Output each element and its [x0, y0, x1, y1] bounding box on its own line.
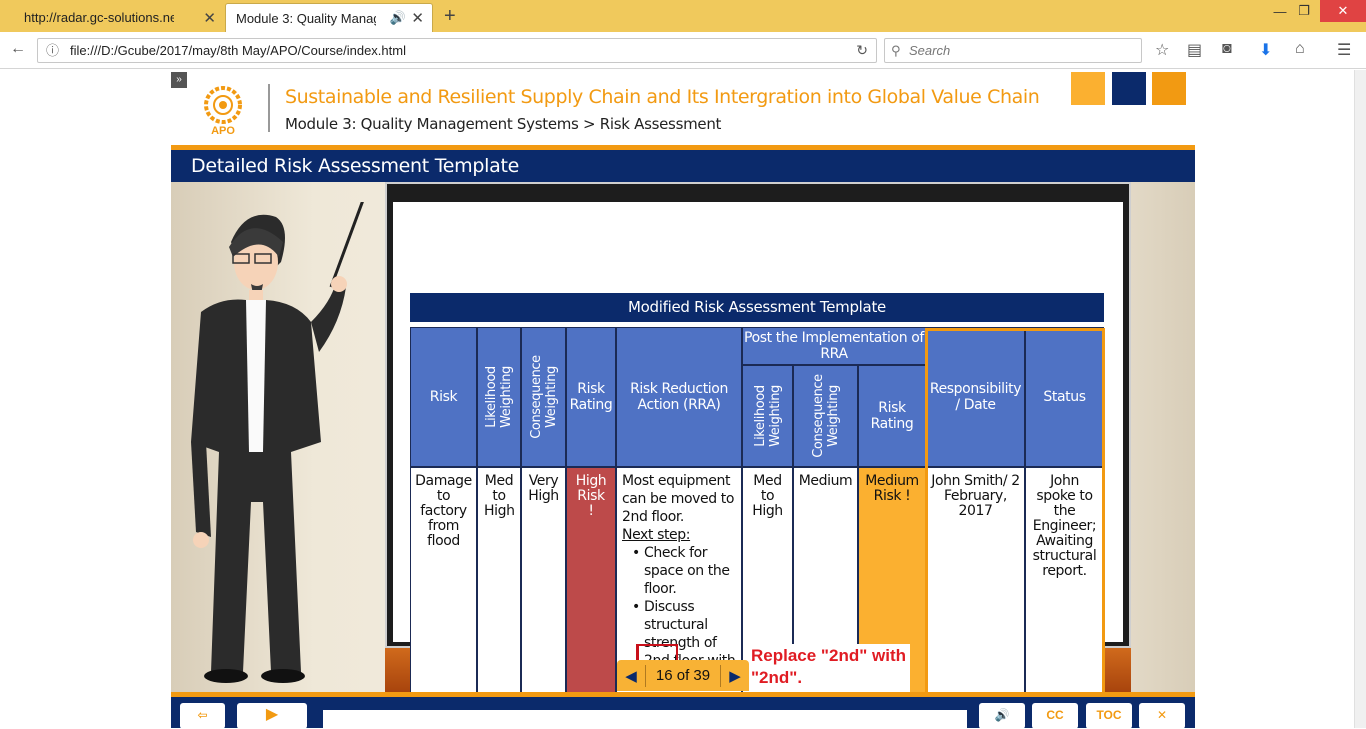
player-bar: ⇦ ▶ 🔊 CC TOC ✕ — [171, 697, 1195, 729]
header-likelihood-text: Likelihood Weighting — [484, 366, 515, 428]
page-content: » APO Sustainable and Resilient Supply C… — [0, 70, 1366, 729]
header-consequence-text: Consequence Weighting — [528, 355, 559, 439]
swatch-orange — [1152, 72, 1186, 105]
rra-next-step: Next step: — [622, 527, 691, 543]
tab-label: Module 3: Quality Managem — [236, 10, 376, 26]
tab-close-icon[interactable]: ✕ — [203, 9, 216, 27]
apo-logo: APO — [204, 86, 242, 136]
breadcrumb: Module 3: Quality Management Systems > R… — [285, 115, 722, 133]
header-rra: Risk Reduction Action (RRA) — [616, 327, 742, 467]
tab-label: http://radar.gc-solutions.net/op — [24, 10, 174, 25]
toc-button[interactable]: TOC — [1086, 703, 1132, 729]
exit-button[interactable]: ⇦ — [180, 703, 225, 729]
cc-button[interactable]: CC — [1032, 703, 1078, 729]
reading-list-icon[interactable]: ▤ — [1187, 40, 1202, 60]
search-input[interactable]: ⚲ Search — [884, 38, 1142, 63]
bookmark-star-icon[interactable]: ☆ — [1155, 40, 1169, 60]
browser-tab-bar: http://radar.gc-solutions.net/op ✕ Modul… — [0, 0, 1366, 32]
swatch-navy — [1112, 72, 1146, 105]
home-icon[interactable]: ⌂ — [1295, 40, 1305, 58]
logo-text: APO — [211, 125, 235, 136]
menu-icon[interactable]: ☰ — [1337, 40, 1351, 60]
header-post-likelihood-text: Likelihood Weighting — [752, 385, 783, 447]
restore-icon[interactable]: ❐ — [1290, 0, 1318, 22]
url-text: file:///D:/Gcube/2017/may/8th May/APO/Co… — [70, 43, 406, 58]
header-divider — [268, 84, 270, 132]
browser-tab-module[interactable]: Module 3: Quality Managem 🔊 ✕ — [225, 3, 433, 32]
header-consequence: Consequence Weighting — [521, 327, 566, 467]
browser-tab-radar[interactable]: http://radar.gc-solutions.net/op ✕ — [14, 3, 224, 32]
reload-icon[interactable]: ↻ — [856, 39, 868, 62]
cell-status: John spoke to the Engineer; Awaiting str… — [1025, 467, 1104, 692]
cell-consequence: Very High — [521, 467, 566, 692]
search-placeholder: Search — [909, 43, 951, 58]
prev-slide-icon[interactable]: ◀ — [617, 667, 645, 685]
url-bar[interactable]: ⓘ file:///D:/Gcube/2017/may/8th May/APO/… — [37, 38, 877, 63]
rra-main-text: Most equipment can be moved to 2nd floor… — [622, 473, 735, 525]
cell-risk-rating: High Risk ! — [566, 467, 616, 692]
cell-rra: Most equipment can be moved to 2nd floor… — [616, 467, 742, 692]
back-icon[interactable]: ← — [10, 40, 26, 58]
window-close-icon[interactable]: ✕ — [1320, 0, 1366, 22]
cell-responsibility: John Smith/ 2 February, 2017 — [926, 467, 1025, 692]
header-post-consequence: Consequence Weighting — [793, 365, 858, 467]
header-post-consequence-text: Consequence Weighting — [810, 374, 841, 458]
pocket-icon[interactable]: ◙ — [1222, 40, 1232, 58]
review-note: Replace "2nd" with "2nd". — [749, 644, 910, 692]
speaker-icon[interactable]: 🔊 — [390, 10, 406, 26]
audio-button[interactable]: 🔊 — [979, 703, 1025, 729]
table-title: Modified Risk Assessment Template — [410, 293, 1104, 322]
close-button[interactable]: ✕ — [1139, 703, 1185, 729]
info-icon[interactable]: ⓘ — [46, 39, 59, 62]
header-responsibility: Responsibility / Date — [926, 327, 1025, 467]
header-risk: Risk — [410, 327, 477, 467]
slide-title: Detailed Risk Assessment Template — [171, 150, 1195, 182]
tab-close-icon[interactable]: ✕ — [411, 9, 424, 27]
header-post-rating: Risk Rating — [858, 365, 926, 467]
header-risk-rating: Risk Rating — [566, 327, 616, 467]
cell-risk: Damage to factory from flood — [410, 467, 477, 692]
play-button[interactable]: ▶ — [237, 703, 307, 729]
slide-pager: ◀ 16 of 39 ▶ — [617, 660, 749, 691]
header-post-likelihood: Likelihood Weighting — [742, 365, 793, 467]
scrollbar[interactable] — [1354, 70, 1366, 728]
header-post-rra: Post the Implementation of RRA — [742, 327, 926, 365]
header-likelihood: Likelihood Weighting — [477, 327, 521, 467]
slide-stage: Modified Risk Assessment Template Risk L… — [171, 182, 1195, 692]
course-title: Sustainable and Resilient Supply Chain a… — [285, 86, 1040, 108]
rra-bullet-item: Check for space on the floor. — [632, 544, 741, 598]
new-tab-plus-icon[interactable]: + — [444, 5, 456, 28]
search-icon: ⚲ — [891, 43, 901, 58]
next-slide-icon[interactable]: ▶ — [721, 667, 749, 685]
progress-bar[interactable] — [323, 710, 967, 728]
header-status: Status — [1025, 327, 1104, 467]
swatch-light-orange — [1071, 72, 1105, 105]
browser-nav-bar: ← ⓘ file:///D:/Gcube/2017/may/8th May/AP… — [0, 32, 1366, 69]
expand-menu-icon[interactable]: » — [171, 72, 187, 88]
presenter-illustration — [191, 202, 364, 683]
cell-likelihood: Med to High — [477, 467, 521, 692]
download-icon[interactable]: ⬇ — [1259, 40, 1272, 60]
page-counter: 16 of 39 — [645, 664, 721, 687]
